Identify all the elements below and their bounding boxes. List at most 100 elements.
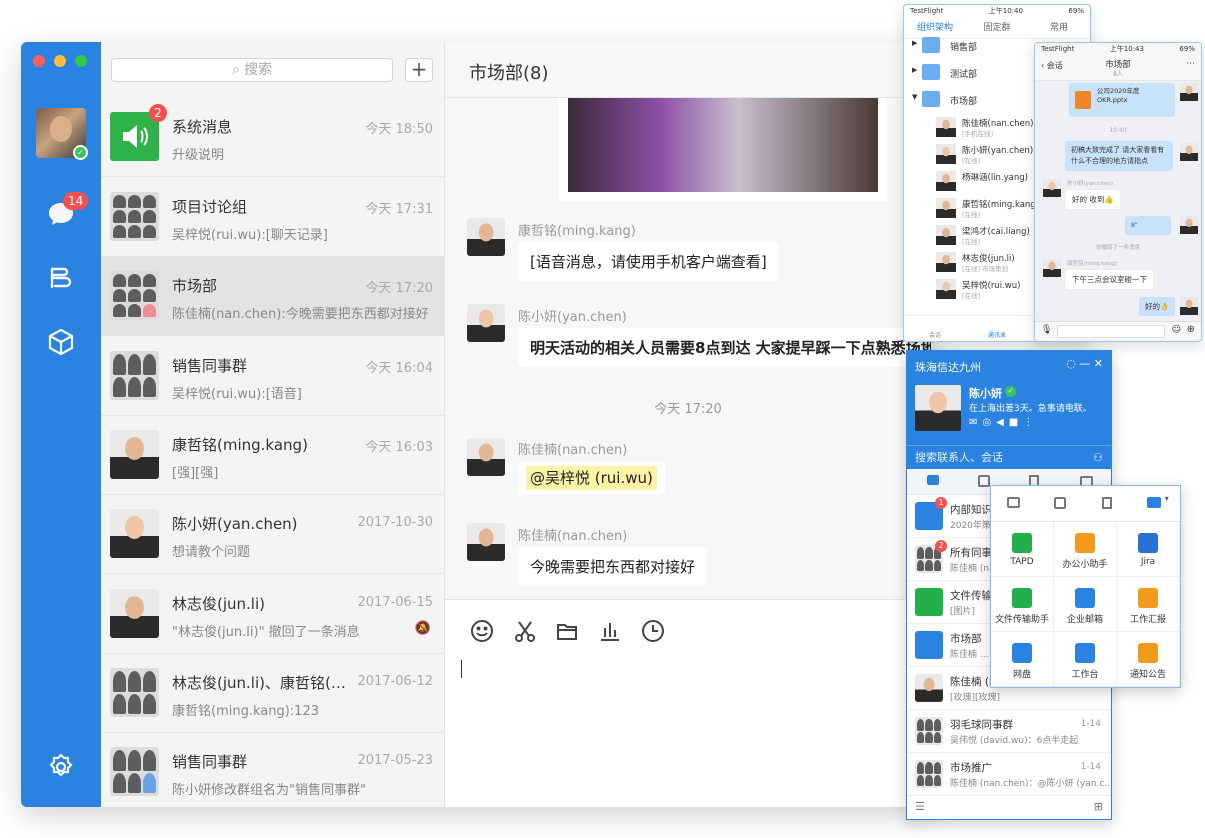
sender-name: 陈小妍(yan.chen) xyxy=(1067,181,1114,187)
conv-name: 项目讨论组 xyxy=(172,198,248,216)
add-contact-icon[interactable]: ⚇ xyxy=(1093,446,1103,470)
tab-chat[interactable] xyxy=(907,469,958,494)
microphone-icon[interactable]: 🎙 xyxy=(1041,325,1052,335)
list-item[interactable]: 陈小妍(yan.chen) 2017-10-30 想请教个问题 xyxy=(101,495,445,574)
sender-name: 康哲铭(ming.kang) xyxy=(1067,261,1117,267)
close-button[interactable] xyxy=(33,55,45,67)
conv-name: 陈小妍(yan.chen) xyxy=(172,515,298,533)
list-item[interactable]: 康哲铭(ming.kang) 今天 16:03 [强][强] xyxy=(101,416,445,495)
conv-time: 2017-05-23 xyxy=(357,753,433,768)
folder-icon[interactable] xyxy=(554,618,580,644)
app-jira[interactable]: Jira xyxy=(1117,522,1180,577)
folder-icon xyxy=(922,91,940,107)
contact-search-input[interactable]: 搜索联系人、会话 ⚇ xyxy=(907,445,1111,469)
avatar xyxy=(1043,179,1061,197)
box-icon[interactable] xyxy=(45,326,77,358)
conv-name: 林志俊(jun.li) xyxy=(172,595,265,613)
app-drive[interactable]: 网盘 xyxy=(991,632,1054,687)
zoom-button[interactable] xyxy=(75,55,87,67)
user-status: 在上海出差3天。急事请电联。 xyxy=(969,404,1092,414)
list-item[interactable]: 销售同事群 2017-05-23 陈小妍修改群组名为"销售同事群" xyxy=(101,733,445,807)
tab-favorites[interactable] xyxy=(1086,486,1133,521)
mention[interactable]: @吴梓悦 (rui.wu) xyxy=(526,466,657,490)
settings-icon[interactable] xyxy=(45,751,77,783)
list-item[interactable]: 2 系统消息 今天 18:50 升级说明 xyxy=(101,98,445,177)
chat-header: ‹ 会话 市场部 8人 ··· xyxy=(1035,55,1201,81)
time-separator: 10:40 xyxy=(1109,127,1127,134)
minimize-button[interactable] xyxy=(54,55,66,67)
message-bubble[interactable]: 好的👌 xyxy=(1139,297,1176,316)
chevron-down-icon: ▼ xyxy=(912,93,918,101)
message-bubble[interactable]: 初稿大致完成了 请大家看看有什么不合理的地方请指点 xyxy=(1065,141,1173,171)
app-label: 办公小助手 xyxy=(1062,560,1108,570)
voice-message[interactable]: 8" xyxy=(1125,216,1171,235)
conv-name: 系统消息 xyxy=(172,118,233,136)
avatar[interactable] xyxy=(467,304,505,342)
message-input[interactable] xyxy=(1057,325,1165,338)
list-item[interactable]: 销售同事群 今天 16:04 吴梓悦(rui.wu):[语音] xyxy=(101,337,445,416)
group-avatar xyxy=(110,351,159,400)
list-item[interactable]: 林志俊(jun.li)、康哲铭(m... 2017-06-12 康哲铭(ming… xyxy=(101,654,445,733)
report-icon xyxy=(1138,588,1158,608)
file-message[interactable]: 公司2020年度OKR.pptx xyxy=(1069,83,1175,117)
message-bubble[interactable]: 下午三点会议室碰一下 xyxy=(1065,269,1154,290)
sender-name: 陈佳楠(nan.chen) xyxy=(518,443,628,458)
avatar xyxy=(110,509,159,558)
quick-actions[interactable]: ✉◎◀■⋮ xyxy=(969,417,1038,428)
app-announcement[interactable]: 通知公告 xyxy=(1117,632,1180,687)
message-bubble[interactable]: 明天活动的相关人员需要8点到达 大家提早踩一下点熟悉场地 xyxy=(518,328,931,367)
more-icon[interactable]: ··· xyxy=(1186,59,1195,69)
avatar xyxy=(1043,259,1061,277)
tab-chat[interactable] xyxy=(991,486,1038,521)
search-input[interactable]: ⌕ 搜索 xyxy=(111,58,393,82)
org-icon[interactable] xyxy=(45,262,77,294)
message-bubble[interactable]: @吴梓悦 (rui.wu) xyxy=(518,461,665,494)
chat-header: 市场部(8) xyxy=(445,42,931,98)
list-item[interactable]: 市场部 今天 17:20 陈佳楠(nan.chen):今晚需要把东西都对接好 xyxy=(101,257,445,336)
app-mail[interactable]: 企业邮箱 xyxy=(1054,577,1117,632)
scissors-icon[interactable] xyxy=(512,618,538,644)
app-office-assistant[interactable]: 办公小助手 xyxy=(1054,522,1117,577)
emoji-icon[interactable]: ☺ xyxy=(1172,325,1181,335)
app-grid-icon[interactable]: ⊞ xyxy=(1094,800,1103,813)
conv-preview: 陈小妍修改群组名为"销售同事群" xyxy=(172,783,366,798)
conv-time: 今天 16:04 xyxy=(365,361,433,376)
emoji-icon[interactable] xyxy=(469,618,495,644)
avatar xyxy=(1180,143,1198,161)
image-message[interactable] xyxy=(559,98,887,201)
message-bubble[interactable]: 好的 收到👍 xyxy=(1065,189,1121,210)
tab-work[interactable]: ▾ xyxy=(1133,486,1180,521)
avatar[interactable] xyxy=(467,218,505,256)
app-label: 通知公告 xyxy=(1129,670,1166,680)
composer[interactable] xyxy=(445,599,931,807)
message-bubble[interactable]: 今晚需要把东西都对接好 xyxy=(518,547,708,586)
app-workbench[interactable]: 工作台 xyxy=(1054,632,1117,687)
menu-icon[interactable]: ☰ xyxy=(915,800,925,813)
sender-name: 康哲铭(ming.kang) xyxy=(518,224,636,239)
clock-icon[interactable] xyxy=(640,618,666,644)
avatar[interactable] xyxy=(467,523,505,561)
app-label: TAPD xyxy=(1010,557,1034,567)
status-battery: 69% xyxy=(1068,7,1084,15)
app-file-transfer[interactable]: 文件传输助手 xyxy=(991,577,1054,632)
app-report[interactable]: 工作汇报 xyxy=(1117,577,1180,632)
list-item[interactable]: 林志俊(jun.li) 2017-06-15 "林志俊(jun.li)" 撤回了… xyxy=(101,575,445,654)
window-buttons[interactable]: ◌ — ✕ xyxy=(1066,357,1103,370)
list-item[interactable]: 羽毛球同事群 吴伟悦 (david.wu)：6点半走起 1-14 xyxy=(907,710,1111,753)
chat-title: 市场部(8) xyxy=(469,63,549,84)
tab-contacts[interactable] xyxy=(1038,486,1085,521)
avatar[interactable] xyxy=(915,385,961,431)
chart-icon[interactable] xyxy=(597,618,623,644)
chat-subtitle: 8人 xyxy=(1113,71,1123,78)
avatar[interactable] xyxy=(467,438,505,476)
list-item[interactable]: 市场推广 陈佳楠 (nan.chen)：@陈小妍 (yan.c... 1-14 xyxy=(907,753,1111,796)
add-button[interactable]: + xyxy=(405,58,433,82)
tab-chat[interactable]: 会话 xyxy=(904,316,966,341)
conv-time: 2017-06-15 xyxy=(357,595,433,610)
list-item[interactable]: 项目讨论组 今天 17:31 吴梓悦(rui.wu):[聊天记录] xyxy=(101,178,445,257)
conv-name: 市场部 xyxy=(172,277,218,295)
app-tapd[interactable]: TAPD xyxy=(991,522,1054,577)
plus-icon[interactable]: ⊕ xyxy=(1187,324,1195,335)
message-bubble[interactable]: [语音消息，请使用手机客户端查看] xyxy=(518,242,779,281)
tab-contacts[interactable]: 通讯录 xyxy=(966,316,1028,341)
